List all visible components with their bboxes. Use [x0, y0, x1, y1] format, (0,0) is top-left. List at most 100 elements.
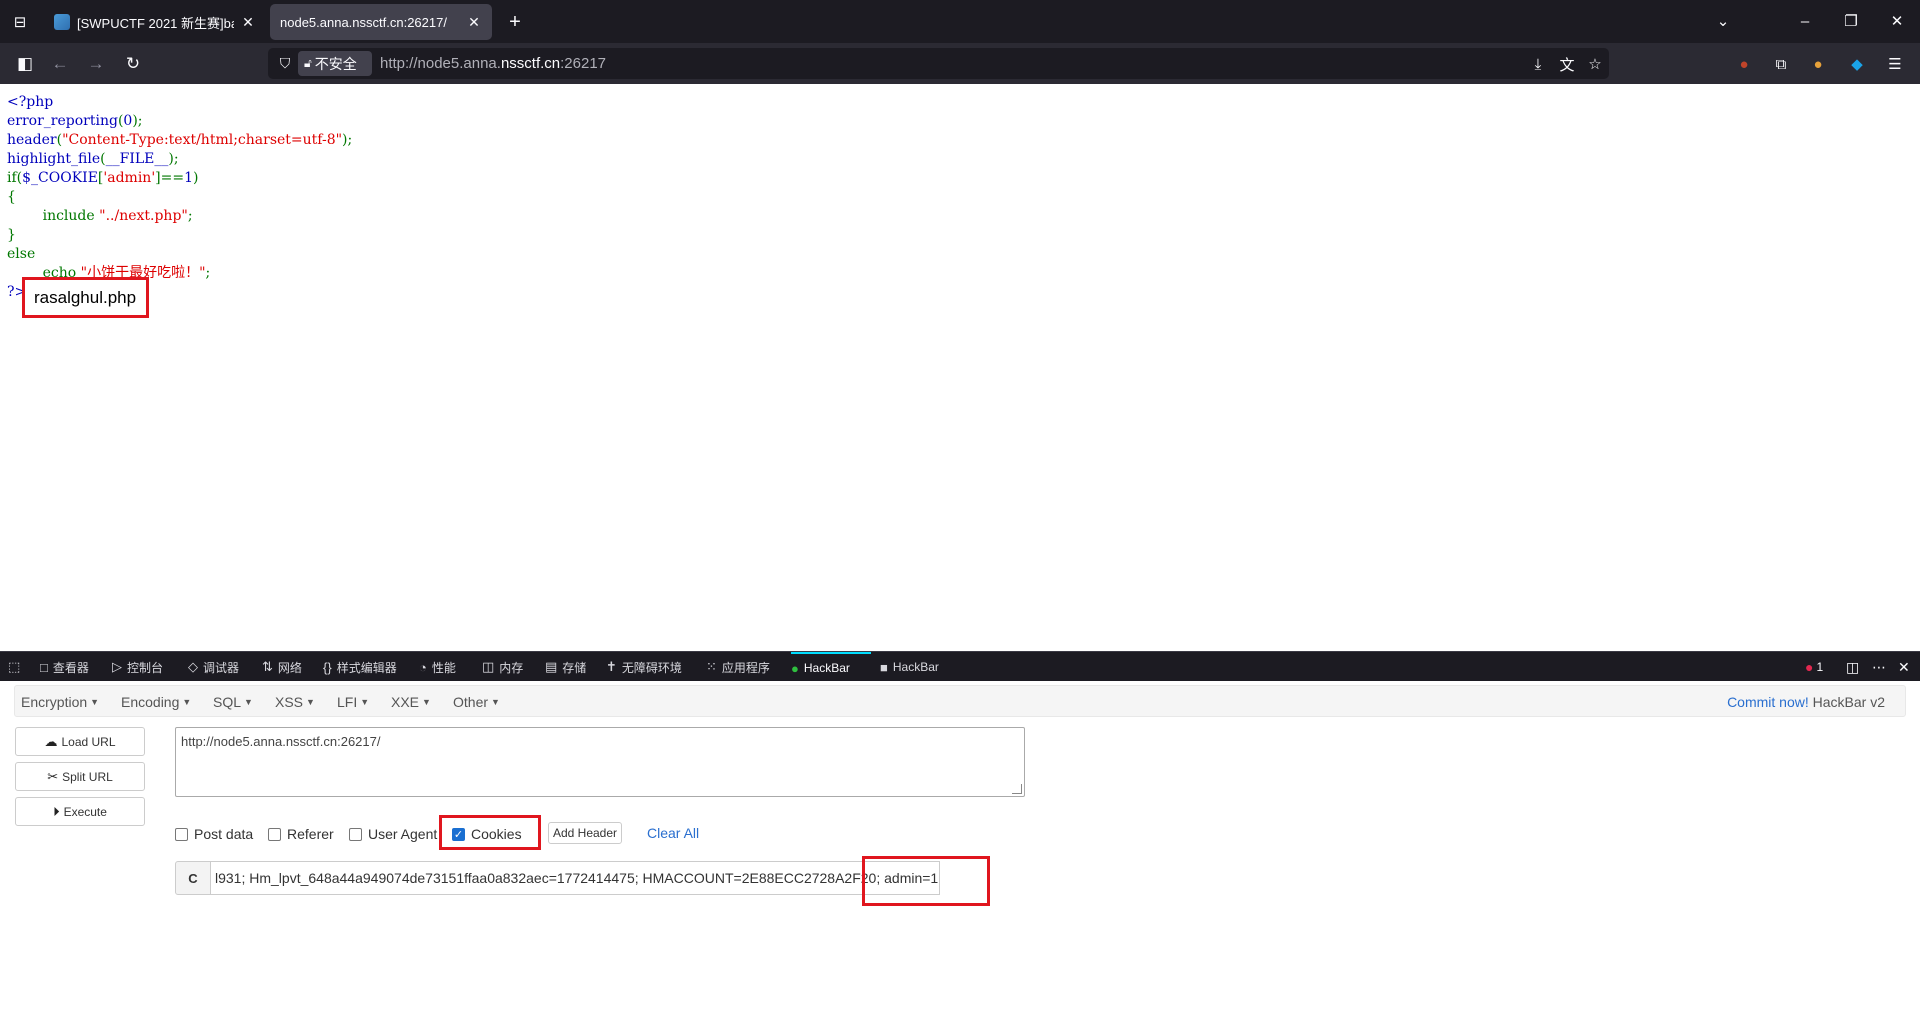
reload-button[interactable]: ↻ [120, 51, 146, 77]
checkbox-label: Post data [194, 826, 254, 842]
menu-other[interactable]: Other ▼ [453, 694, 500, 710]
style-editor-icon: {} [323, 659, 332, 675]
code-line: <?php [7, 93, 352, 112]
url-textarea-value: http://node5.anna.nssctf.cn:26217/ [181, 734, 381, 749]
back-button[interactable]: ← [47, 51, 73, 77]
url-textarea[interactable]: http://node5.anna.nssctf.cn:26217/ [175, 727, 1025, 797]
clear-all-link[interactable]: Clear All [647, 825, 699, 841]
devtools-tab-accessibility[interactable]: ✝ 无障碍环境 [606, 652, 682, 682]
new-tab-button[interactable]: + [503, 10, 527, 34]
annotation-cookies-box [439, 815, 541, 850]
lock-warning-icon: 🔓︎ [304, 56, 312, 70]
devtools-tab-label: 样式编辑器 [336, 660, 397, 675]
devtools-tab-inspector[interactable]: □ 查看器 [40, 652, 89, 682]
devtools-tab-hackbar-2[interactable]: ■ HackBar [880, 652, 939, 682]
dock-icon[interactable]: ◫ [1846, 657, 1859, 677]
chevron-down-icon[interactable]: ⌄ [1708, 8, 1738, 34]
code-token: ]== [155, 170, 185, 186]
menu-sql[interactable]: SQL ▼ [213, 694, 253, 710]
checkbox-box[interactable] [175, 827, 188, 841]
caret-down-icon: ▼ [422, 697, 431, 707]
close-devtools-icon[interactable]: ✕ [1898, 657, 1910, 677]
minimize-button[interactable]: – [1790, 8, 1820, 34]
devtools-tab-style-editor[interactable]: {} 样式编辑器 [323, 652, 397, 682]
devtools-tab-network[interactable]: ⇅ 网络 [262, 652, 302, 682]
code-token: highlight_file [7, 151, 101, 167]
storage-icon: ▤ [545, 659, 558, 674]
commit-now-link[interactable]: Commit now! [1727, 694, 1809, 710]
execute-button[interactable]: ⏵ Execute [15, 797, 145, 826]
install-icon[interactable]: ⤓ [1528, 54, 1548, 74]
tab-swpuctf[interactable]: [SWPUCTF 2021 新生赛]baby ✕ [44, 4, 266, 40]
code-line: header("Content-Type:text/html;charset=u… [7, 131, 352, 150]
code-line: include "../next.php"; [7, 207, 352, 226]
devtools-tab-hackbar-active[interactable]: ● HackBar [791, 652, 871, 682]
translate-icon[interactable]: 文 [1557, 54, 1577, 74]
button-label: Split URL [62, 769, 113, 784]
menu-encryption[interactable]: Encryption ▼ [21, 694, 99, 710]
annotation-admin-box [862, 856, 990, 906]
menu-xxe[interactable]: XXE ▼ [391, 694, 431, 710]
forward-button[interactable]: → [83, 51, 109, 77]
url-domain: nssctf.cn [500, 55, 561, 72]
menu-icon[interactable]: ☰ [1884, 53, 1906, 75]
code-line: error_reporting(0); [7, 112, 352, 131]
devtools-tab-performance[interactable]: ◔ 性能 [419, 652, 456, 682]
url-text[interactable]: http://node5.anna.nssctf.cn:26217 [380, 55, 606, 72]
shield-icon[interactable]: ⛉ [276, 54, 294, 72]
annotation-filename: rasalghul.php [22, 277, 149, 318]
close-tab-icon[interactable]: ✕ [466, 14, 482, 31]
restore-button[interactable]: ❐ [1836, 8, 1866, 34]
code-token: ; [205, 265, 211, 281]
address-bar[interactable]: ⛉ 🔓︎ 不安全 http://node5.anna.nssctf.cn:262… [268, 48, 1609, 79]
devtools-tab-label: 性能 [431, 660, 456, 675]
cookie-extension-icon[interactable]: ● [1807, 53, 1829, 75]
code-token: ); [132, 113, 143, 129]
url-prefix: http://node5.anna. [380, 55, 501, 72]
checkbox-box[interactable] [268, 827, 281, 841]
menu-label: LFI [337, 694, 358, 710]
menu-label: Encryption [21, 694, 88, 710]
devtools-tab-application[interactable]: ⁙ 应用程序 [706, 652, 770, 682]
checkbox-label: User Agent [368, 826, 438, 842]
caret-down-icon: ▼ [90, 697, 100, 707]
extension-icon[interactable]: ● [1733, 53, 1755, 75]
menu-encoding[interactable]: Encoding ▼ [121, 694, 191, 710]
element-picker-icon[interactable]: ⬚ [8, 652, 25, 682]
checkbox-label: Referer [287, 826, 334, 842]
user-agent-checkbox[interactable]: User Agent [349, 825, 437, 843]
resize-grip-icon[interactable] [1012, 784, 1022, 794]
code-token: 0 [123, 113, 133, 129]
devtools-tab-memory[interactable]: ◫ 内存 [482, 652, 523, 682]
add-header-button[interactable]: Add Header [548, 822, 622, 844]
close-tab-icon[interactable]: ✕ [240, 14, 256, 31]
devtools-tab-label: 内存 [499, 660, 524, 675]
menu-lfi[interactable]: LFI ▼ [337, 694, 369, 710]
devtools-tab-console[interactable]: ▷ 控制台 [112, 652, 163, 682]
referer-checkbox[interactable]: Referer [268, 825, 334, 843]
tab-node5[interactable]: node5.anna.nssctf.cn:26217/ ✕ [270, 4, 492, 40]
code-token: include [7, 208, 100, 224]
code-token: { [7, 189, 16, 205]
extensions-puzzle-icon[interactable]: ⧉ [1770, 53, 1792, 75]
error-indicator[interactable]: ● 1 [1805, 657, 1823, 677]
code-token: ); [168, 151, 179, 167]
devtools-tab-label: 查看器 [52, 660, 89, 675]
cube-extension-icon[interactable]: ◆ [1846, 53, 1868, 75]
security-badge[interactable]: 🔓︎ 不安全 [298, 51, 372, 76]
split-url-button[interactable]: ✂ Split URL [15, 762, 145, 791]
accessibility-icon: ✝ [606, 659, 617, 674]
menu-xss[interactable]: XSS ▼ [275, 694, 315, 710]
tab-list-icon[interactable]: ⊟ [8, 10, 32, 34]
sidebar-icon[interactable]: ◧ [12, 51, 38, 77]
load-url-button[interactable]: ☁ Load URL [15, 727, 145, 756]
post-data-checkbox[interactable]: Post data [175, 825, 253, 843]
checkbox-box[interactable] [349, 827, 362, 841]
close-window-button[interactable]: ✕ [1882, 8, 1912, 34]
devtools-tab-debugger[interactable]: ◇ 调试器 [188, 652, 239, 682]
cookie-input[interactable]: l931; Hm_lpvt_648a44a949074de73151ffaa0a… [210, 861, 940, 895]
bookmark-star-icon[interactable]: ☆ [1585, 54, 1605, 74]
devtools-tab-storage[interactable]: ▤ 存储 [545, 652, 586, 682]
more-options-icon[interactable]: ⋯ [1872, 657, 1886, 677]
code-token: header [7, 132, 57, 148]
